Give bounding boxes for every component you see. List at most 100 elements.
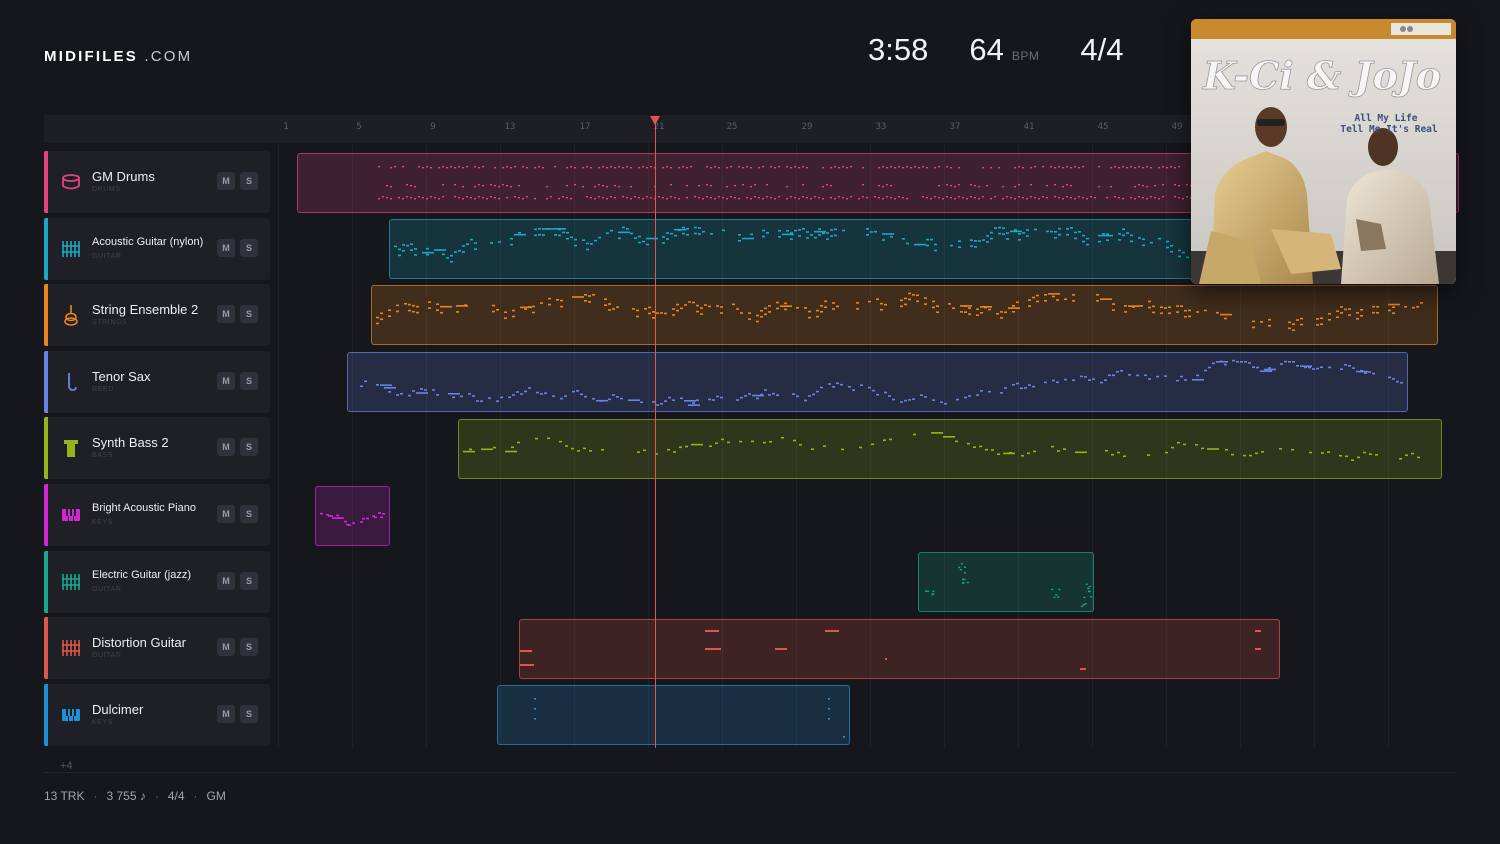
mute-button[interactable]: M bbox=[217, 305, 235, 323]
grid-line bbox=[352, 143, 353, 748]
album-subtitle-line2: Tell Me It's Real bbox=[1340, 124, 1438, 135]
midi-clip[interactable] bbox=[497, 685, 850, 745]
solo-button[interactable]: S bbox=[240, 305, 258, 323]
midi-clip[interactable] bbox=[458, 419, 1442, 479]
track-name: GM Drums bbox=[92, 169, 155, 184]
track-category: BASS bbox=[92, 452, 114, 459]
solo-button[interactable]: S bbox=[240, 372, 258, 390]
track-category: KEYS bbox=[92, 519, 114, 526]
solo-button[interactable]: S bbox=[240, 438, 258, 456]
track-color-bar bbox=[44, 218, 48, 280]
clip-notes bbox=[463, 432, 1420, 461]
ruler-tick: 13 bbox=[504, 122, 516, 132]
midi-standard: GM bbox=[206, 789, 226, 803]
footer-summary: 13 TRK · 3 755 ♪ · 4/4 · GM bbox=[44, 789, 226, 803]
mute-button[interactable]: M bbox=[217, 239, 235, 257]
ruler-tick: 33 bbox=[875, 122, 887, 132]
album-artist-text: K-Ci & JoJo bbox=[1202, 53, 1441, 98]
tempo-unit: BPM bbox=[1011, 49, 1040, 63]
guitar-grid-icon bbox=[60, 637, 82, 659]
separator-dot: · bbox=[154, 789, 159, 803]
tempo-display: 64 bbox=[969, 32, 1004, 67]
track-color-bar bbox=[44, 684, 48, 746]
meter-label: 4/4 bbox=[167, 789, 185, 803]
solo-button[interactable]: S bbox=[240, 172, 258, 190]
mute-button[interactable]: M bbox=[217, 505, 235, 523]
clip-notes bbox=[520, 630, 1261, 670]
piano-icon bbox=[60, 504, 82, 526]
ruler-tick: 25 bbox=[726, 122, 738, 132]
midi-clip[interactable] bbox=[519, 619, 1280, 679]
drum-icon bbox=[60, 171, 82, 193]
ruler-tick: 29 bbox=[801, 122, 813, 132]
track-category: DRUMS bbox=[92, 186, 121, 193]
mute-button[interactable]: M bbox=[217, 705, 235, 723]
album-cover: K-Ci & JoJo All My Life Tell Me It's Rea… bbox=[1191, 19, 1456, 284]
track-header[interactable]: String Ensemble 2 STRINGS M S bbox=[44, 284, 270, 346]
track-color-bar bbox=[44, 617, 48, 679]
solo-button[interactable]: S bbox=[240, 638, 258, 656]
track-header[interactable]: Electric Guitar (jazz) GUITAR M S bbox=[44, 551, 270, 613]
clip-notes bbox=[320, 512, 385, 526]
bass-icon bbox=[60, 437, 82, 459]
mute-button[interactable]: M bbox=[217, 638, 235, 656]
mute-button[interactable]: M bbox=[217, 572, 235, 590]
track-color-bar bbox=[44, 151, 48, 213]
track-category: GUITAR bbox=[92, 253, 122, 260]
track-header[interactable]: Dulcimer KEYS M S bbox=[44, 684, 270, 746]
guitar-grid-icon bbox=[60, 238, 82, 260]
track-color-bar bbox=[44, 417, 48, 479]
playhead-line[interactable] bbox=[655, 120, 656, 748]
midi-clip[interactable] bbox=[315, 486, 390, 546]
track-category: GUITAR bbox=[92, 586, 122, 593]
track-category: STRINGS bbox=[92, 319, 128, 326]
midi-clip[interactable] bbox=[371, 285, 1438, 345]
solo-button[interactable]: S bbox=[240, 505, 258, 523]
track-header[interactable]: Acoustic Guitar (nylon) GUITAR M S bbox=[44, 218, 270, 280]
track-name: Tenor Sax bbox=[92, 369, 151, 384]
track-name: Dulcimer bbox=[92, 702, 144, 717]
violin-icon bbox=[60, 304, 82, 326]
ruler-tick: 49 bbox=[1171, 122, 1183, 132]
duration-display: 3:58 bbox=[868, 32, 929, 67]
track-category: KEYS bbox=[92, 719, 114, 726]
track-name: Acoustic Guitar (nylon) bbox=[92, 236, 204, 248]
song-stats: 3:58 64 BPM 4/4 bbox=[868, 32, 1123, 68]
mute-button[interactable]: M bbox=[217, 438, 235, 456]
track-category: REED bbox=[92, 386, 114, 393]
track-name: Bright Acoustic Piano bbox=[92, 502, 196, 514]
logo-bold-text: MIDIFILES bbox=[44, 48, 138, 65]
separator-dot: · bbox=[93, 789, 98, 803]
clip-notes bbox=[360, 359, 1403, 406]
playhead-marker[interactable] bbox=[650, 116, 660, 125]
track-header[interactable]: Synth Bass 2 BASS M S bbox=[44, 417, 270, 479]
ruler-tick: 5 bbox=[356, 122, 362, 132]
ruler-tick: 41 bbox=[1023, 122, 1035, 132]
album-subtitle-line1: All My Life bbox=[1355, 113, 1418, 124]
more-tracks-indicator[interactable]: +4 bbox=[60, 760, 73, 772]
solo-button[interactable]: S bbox=[240, 239, 258, 257]
mute-button[interactable]: M bbox=[217, 372, 235, 390]
ruler-tick: 17 bbox=[579, 122, 591, 132]
midi-clip[interactable] bbox=[389, 219, 1193, 279]
midi-clip[interactable] bbox=[347, 352, 1408, 412]
track-header[interactable]: Distortion Guitar GUITAR M S bbox=[44, 617, 270, 679]
logo-light-text: .COM bbox=[144, 48, 193, 65]
track-category: GUITAR bbox=[92, 652, 122, 659]
track-header[interactable]: GM Drums DRUMS M S bbox=[44, 151, 270, 213]
solo-button[interactable]: S bbox=[240, 572, 258, 590]
track-header[interactable]: Tenor Sax REED M S bbox=[44, 351, 270, 413]
mute-button[interactable]: M bbox=[217, 172, 235, 190]
site-logo[interactable]: MIDIFILES .COM bbox=[44, 48, 192, 65]
solo-button[interactable]: S bbox=[240, 705, 258, 723]
track-color-bar bbox=[44, 551, 48, 613]
grid-line bbox=[278, 143, 279, 748]
track-name: String Ensemble 2 bbox=[92, 302, 199, 317]
midi-clip[interactable] bbox=[918, 552, 1094, 612]
track-header[interactable]: Bright Acoustic Piano KEYS M S bbox=[44, 484, 270, 546]
track-name: Electric Guitar (jazz) bbox=[92, 569, 192, 581]
ruler-tick: 37 bbox=[949, 122, 961, 132]
clip-notes bbox=[924, 563, 1093, 608]
ruler-tick: 1 bbox=[283, 122, 289, 132]
separator-dot: · bbox=[193, 789, 198, 803]
